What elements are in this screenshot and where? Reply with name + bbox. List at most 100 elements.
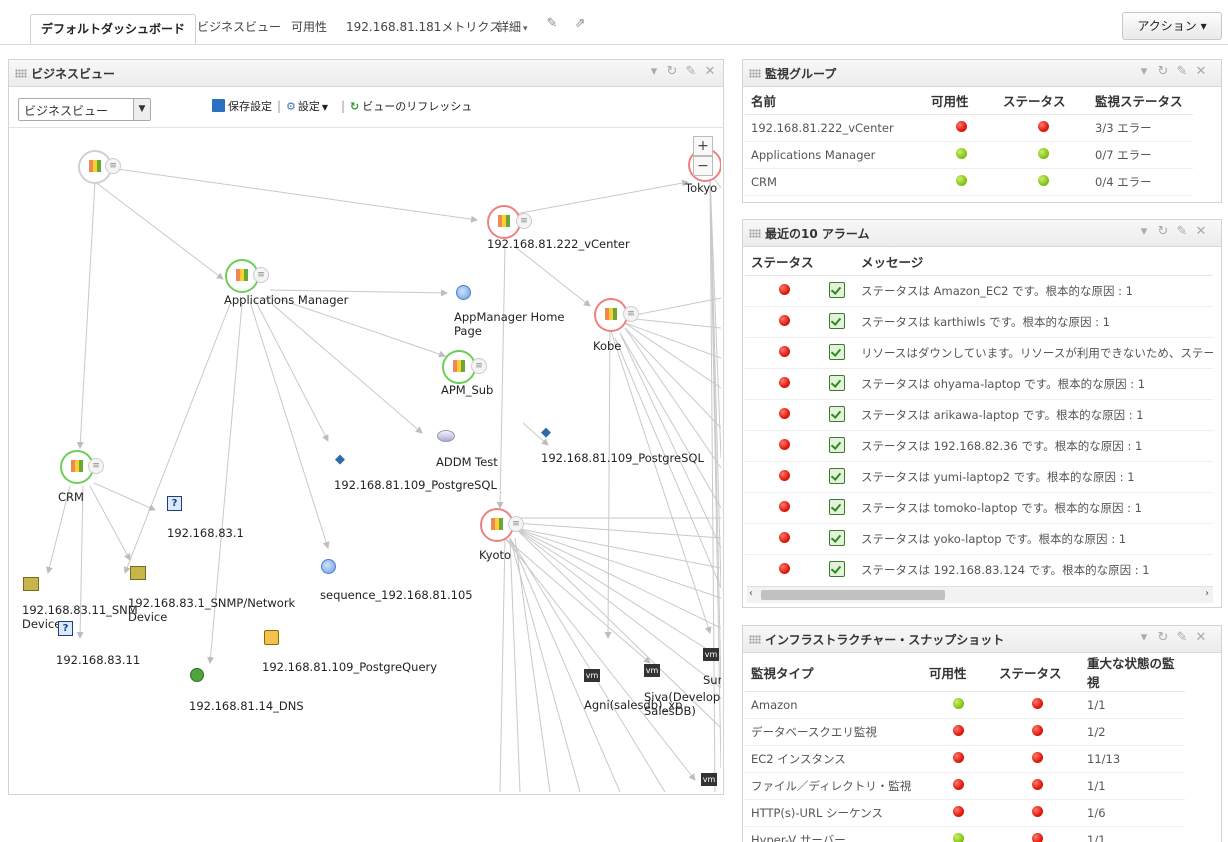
tab-default-dashboard[interactable]: デフォルトダッシュボード bbox=[30, 14, 196, 44]
horizontal-scrollbar[interactable]: ‹ › bbox=[747, 586, 1213, 603]
scroll-right-icon[interactable]: › bbox=[1205, 588, 1209, 599]
group-name[interactable]: Applications Manager bbox=[745, 142, 925, 169]
alarm-message[interactable]: ステータスは 192.168.83.124 です。根本的な原因 : 1 bbox=[855, 555, 1213, 578]
acknowledge-icon[interactable] bbox=[829, 499, 845, 515]
monitor-type[interactable]: Hyper-V サーバー bbox=[745, 827, 923, 842]
view-select[interactable]: ビジネスビュー ▼ bbox=[18, 98, 151, 121]
table-row[interactable]: ステータスは tomoko-laptop です。根本的な原因 : 1 bbox=[745, 493, 1213, 524]
close-icon[interactable]: ✕ bbox=[1194, 631, 1208, 645]
drag-handle-icon[interactable] bbox=[749, 635, 761, 644]
minimize-icon[interactable]: ▾ bbox=[647, 65, 661, 79]
acknowledge-icon[interactable] bbox=[829, 468, 845, 484]
acknowledge-icon[interactable] bbox=[829, 530, 845, 546]
tab-business-view[interactable]: ビジネスビュー bbox=[197, 18, 281, 35]
alarm-message[interactable]: リソースはダウンしています。リソースが利用できないため、ステータス bbox=[855, 338, 1213, 369]
unknown-host-icon[interactable]: ? bbox=[167, 496, 182, 511]
table-row[interactable]: ステータスは arikawa-laptop です。根本的な原因 : 1 bbox=[745, 400, 1213, 431]
acknowledge-icon[interactable] bbox=[829, 406, 845, 422]
addm-icon[interactable] bbox=[437, 430, 455, 442]
query-icon[interactable] bbox=[264, 630, 279, 645]
monitor-type[interactable]: Amazon bbox=[745, 692, 923, 719]
table-row[interactable]: Applications Manager 0/7 エラー bbox=[745, 142, 1193, 169]
tab-details[interactable]: 詳細▾ bbox=[497, 18, 528, 35]
monitor-type[interactable]: ファイル／ディレクトリ・監視 bbox=[745, 773, 923, 800]
edit-icon[interactable]: ✎ bbox=[545, 17, 559, 31]
group-name[interactable]: CRM bbox=[745, 169, 925, 196]
tab-metrics[interactable]: 192.168.81.181メトリクス bbox=[346, 18, 501, 35]
table-row[interactable]: Hyper-V サーバー1/1 bbox=[745, 827, 1185, 842]
table-row[interactable]: HTTP(s)-URL シーケンス1/6 bbox=[745, 800, 1185, 827]
edit-icon[interactable]: ✎ bbox=[1175, 225, 1189, 239]
table-row[interactable]: ステータスは 192.168.82.36 です。根本的な原因 : 1 bbox=[745, 431, 1213, 462]
acknowledge-icon[interactable] bbox=[829, 313, 845, 329]
action-button[interactable]: アクション ▾ bbox=[1122, 12, 1222, 40]
menu-icon[interactable]: ≡ bbox=[516, 213, 532, 229]
postgresql-icon[interactable]: ◆ bbox=[541, 425, 551, 440]
table-row[interactable]: ステータスは karthiwls です。根本的な原因 : 1 bbox=[745, 307, 1213, 338]
acknowledge-icon[interactable] bbox=[829, 282, 845, 298]
monitor-type[interactable]: データベースクエリ監視 bbox=[745, 719, 923, 746]
table-row[interactable]: 192.168.81.222_vCenter 3/3 エラー bbox=[745, 115, 1193, 142]
globe-icon[interactable] bbox=[321, 559, 336, 574]
dns-icon[interactable] bbox=[190, 668, 204, 682]
globe-icon[interactable] bbox=[456, 285, 471, 300]
vm-icon[interactable]: vm bbox=[701, 773, 717, 786]
vm-icon[interactable]: vm bbox=[644, 664, 660, 677]
unknown-host-icon[interactable]: ? bbox=[58, 621, 73, 636]
refresh-icon[interactable]: ↻ bbox=[1156, 225, 1170, 239]
acknowledge-icon[interactable] bbox=[829, 561, 845, 577]
topology-canvas[interactable]: ≡ Tokyo + − ≡ 192.168.81.222_vCenter ≡ A… bbox=[10, 128, 721, 792]
close-icon[interactable]: ✕ bbox=[1194, 65, 1208, 79]
minimize-icon[interactable]: ▾ bbox=[1137, 631, 1151, 645]
edit-icon[interactable]: ✎ bbox=[1175, 631, 1189, 645]
menu-icon[interactable]: ≡ bbox=[623, 306, 639, 322]
scroll-left-icon[interactable]: ‹ bbox=[749, 588, 753, 599]
minimize-icon[interactable]: ▾ bbox=[1137, 225, 1151, 239]
alarm-message[interactable]: ステータスは ohyama-laptop です。根本的な原因 : 1 bbox=[855, 369, 1213, 400]
alarm-message[interactable]: ステータスは 192.168.82.36 です。根本的な原因 : 1 bbox=[855, 431, 1213, 462]
menu-icon[interactable]: ≡ bbox=[88, 458, 104, 474]
table-row[interactable]: リソースはダウンしています。リソースが利用できないため、ステータス bbox=[745, 338, 1213, 369]
drag-handle-icon[interactable] bbox=[749, 69, 761, 78]
monitor-type[interactable]: EC2 インスタンス bbox=[745, 746, 923, 773]
menu-icon[interactable]: ≡ bbox=[508, 516, 524, 532]
table-row[interactable]: CRM 0/4 エラー bbox=[745, 169, 1193, 196]
alarm-message[interactable]: ステータスは Amazon_EC2 です。根本的な原因 : 1 bbox=[855, 276, 1213, 307]
table-row[interactable]: ステータスは yoko-laptop です。根本的な原因 : 1 bbox=[745, 524, 1213, 555]
tab-availability[interactable]: 可用性 bbox=[291, 18, 327, 35]
menu-icon[interactable]: ≡ bbox=[253, 267, 269, 283]
snmp-device-icon[interactable] bbox=[23, 577, 39, 591]
refresh-icon[interactable]: ↻ bbox=[1156, 631, 1170, 645]
vm-icon[interactable]: vm bbox=[584, 669, 600, 682]
table-row[interactable]: ステータスは Amazon_EC2 です。根本的な原因 : 1 bbox=[745, 276, 1213, 307]
table-row[interactable]: Amazon1/1 bbox=[745, 692, 1185, 719]
table-row[interactable]: EC2 インスタンス11/13 bbox=[745, 746, 1185, 773]
table-row[interactable]: データベースクエリ監視1/2 bbox=[745, 719, 1185, 746]
monitor-type[interactable]: HTTP(s)-URL シーケンス bbox=[745, 800, 923, 827]
edit-icon[interactable]: ✎ bbox=[684, 65, 698, 79]
alarm-message[interactable]: ステータスは yoko-laptop です。根本的な原因 : 1 bbox=[855, 524, 1213, 555]
postgresql-icon[interactable]: ◆ bbox=[335, 452, 345, 467]
refresh-icon[interactable]: ↻ bbox=[1156, 65, 1170, 79]
menu-icon[interactable]: ≡ bbox=[471, 358, 487, 374]
refresh-view-button[interactable]: ↻ビューのリフレッシュ bbox=[350, 98, 472, 114]
alarm-message[interactable]: ステータスは karthiwls です。根本的な原因 : 1 bbox=[855, 307, 1213, 338]
table-row[interactable]: ステータスは 192.168.83.124 です。根本的な原因 : 1 bbox=[745, 555, 1213, 578]
alarm-message[interactable]: ステータスは tomoko-laptop です。根本的な原因 : 1 bbox=[855, 493, 1213, 524]
edit-icon[interactable]: ✎ bbox=[1175, 65, 1189, 79]
close-icon[interactable]: ✕ bbox=[1194, 225, 1208, 239]
menu-icon[interactable]: ≡ bbox=[105, 158, 121, 174]
drag-handle-icon[interactable] bbox=[15, 69, 27, 78]
alarm-message[interactable]: ステータスは arikawa-laptop です。根本的な原因 : 1 bbox=[855, 400, 1213, 431]
snmp-device-icon[interactable] bbox=[130, 566, 146, 580]
vm-icon[interactable]: vm bbox=[703, 648, 719, 661]
acknowledge-icon[interactable] bbox=[829, 375, 845, 391]
refresh-icon[interactable]: ↻ bbox=[665, 65, 679, 79]
table-row[interactable]: ファイル／ディレクトリ・監視1/1 bbox=[745, 773, 1185, 800]
table-row[interactable]: ステータスは yumi-laptop2 です。根本的な原因 : 1 bbox=[745, 462, 1213, 493]
alarm-message[interactable]: ステータスは yumi-laptop2 です。根本的な原因 : 1 bbox=[855, 462, 1213, 493]
acknowledge-icon[interactable] bbox=[829, 344, 845, 360]
group-name[interactable]: 192.168.81.222_vCenter bbox=[745, 115, 925, 142]
external-link-icon[interactable]: ⇗ bbox=[573, 17, 587, 31]
acknowledge-icon[interactable] bbox=[829, 437, 845, 453]
